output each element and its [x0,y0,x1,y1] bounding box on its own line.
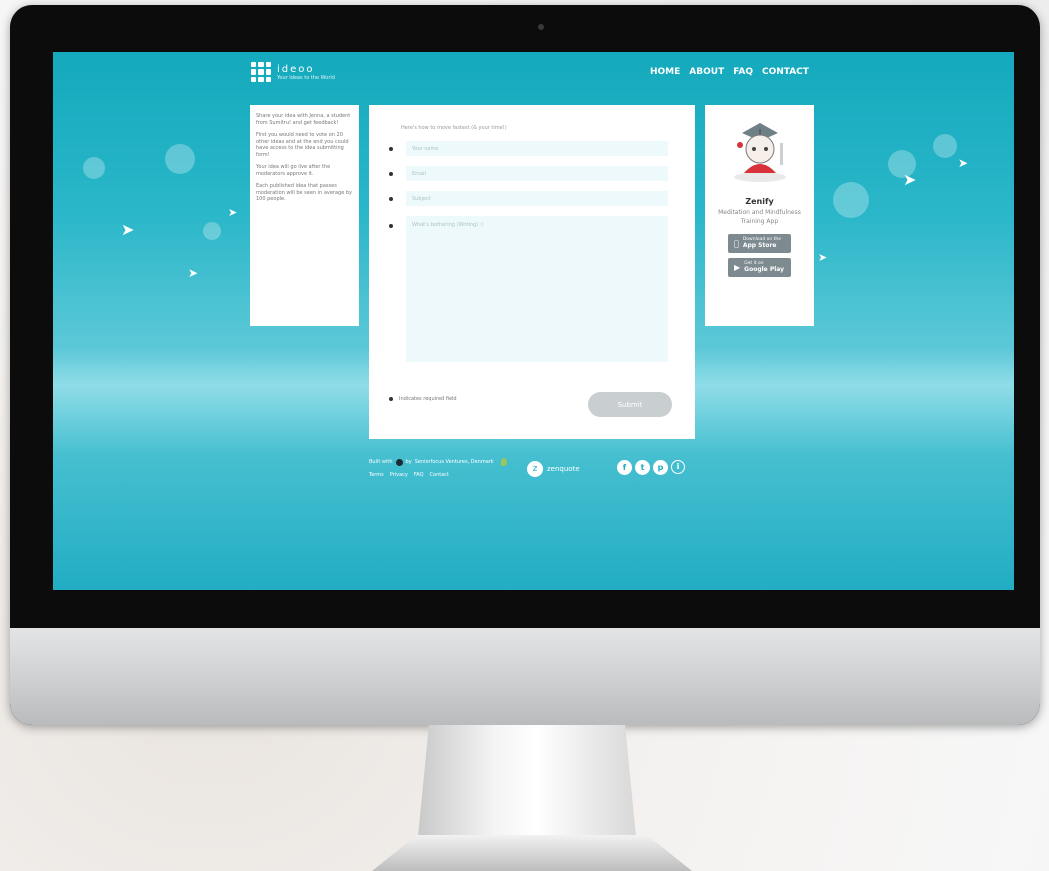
apple-icon:  [734,239,739,248]
partner-link[interactable]: z zenquote [527,461,580,477]
facebook-icon[interactable]: f [617,460,632,475]
bird-icon: ➤ [818,251,828,264]
google-play-button[interactable]: ▶ Get it on Google Play [728,258,791,277]
heart-icon [395,458,403,466]
footer-credit: Built with by Seniorfocus Ventures, Denm… [369,458,507,466]
app-store-label: App Store [738,242,777,249]
bird-icon: ➤ [958,156,969,170]
footer-links: Terms Privacy FAQ Contact [369,472,449,478]
app-description: Meditation and Mindfulness Training App [718,209,801,225]
play-icon: ▶ [734,263,741,272]
subject-field[interactable] [406,191,668,206]
instagram-icon[interactable]: i [671,460,685,474]
required-bullet-icon [389,397,393,401]
name-field[interactable] [406,141,668,156]
imac-stand-base [372,835,692,871]
email-field[interactable] [406,166,668,181]
info-paragraph: First you would need to vote on 20 other… [256,132,349,158]
google-play-label: Google Play [744,266,785,273]
required-bullet-icon [389,172,393,176]
footer-link-faq[interactable]: FAQ [414,472,424,478]
footer-by: by [405,459,412,465]
camera-icon [538,24,544,30]
bokeh-light [203,222,221,240]
nav-faq[interactable]: FAQ [733,67,753,77]
info-paragraph: Your idea will go live after the moderat… [256,164,331,177]
mascot-illustration [733,123,786,182]
nav-home[interactable]: HOME [650,67,680,77]
bird-icon: ➤ [228,206,238,219]
pinterest-icon[interactable]: p [653,460,668,475]
twitter-icon[interactable]: t [635,460,650,475]
logo-name: ideoo [277,63,315,75]
info-paragraph: Share your idea with Jenna, a student fr… [256,113,351,126]
logo-tagline: Your Ideas to the World [277,74,335,81]
bird-icon: ➤ [903,170,917,189]
partner-name: zenquote [547,465,580,473]
required-bullet-icon [389,224,393,228]
main-nav: HOME ABOUT FAQ CONTACT [650,67,809,77]
app-promo-card: Zenify Meditation and Mindfulness Traini… [705,105,814,326]
footer-link-contact[interactable]: Contact [430,472,449,478]
info-paragraph: Each published idea that passes moderati… [256,183,353,202]
partner-logo-icon: z [527,461,543,477]
footer-built-with: Built with [369,459,393,465]
footer-company: Seniorfocus Ventures, Denmark [414,459,494,465]
bokeh-light [83,157,105,179]
website-screen: ➤ ➤ ➤ ➤ ➤ ➤ ideoo Your Ideas to the Worl… [53,52,1014,590]
site-footer: Built with by Seniorfocus Ventures, Denm… [369,454,699,484]
imac-stand [418,725,636,837]
logo-grid-icon [251,62,271,82]
leaf-icon [500,458,507,466]
bird-icon: ➤ [121,220,135,239]
nav-about[interactable]: ABOUT [689,67,724,77]
nav-contact[interactable]: CONTACT [762,67,809,77]
required-note-text: Indicates required field [399,396,457,402]
bokeh-light [833,182,869,218]
message-field[interactable] [406,216,668,362]
submit-button[interactable]: Submit [588,392,672,417]
app-name: Zenify [745,197,774,206]
required-bullet-icon [389,197,393,201]
bokeh-light [165,144,195,174]
social-links: f t p i [617,460,685,475]
bokeh-light [933,134,957,158]
footer-link-privacy[interactable]: Privacy [390,472,408,478]
imac-chin [10,628,1040,725]
bird-icon: ➤ [188,266,199,280]
required-note: Indicates required field [389,396,457,402]
app-store-button[interactable]:  Download on the App Store [728,234,791,253]
required-bullet-icon [389,147,393,151]
idea-form: Here's how to move fastest (& your time!… [369,105,695,439]
form-intro: Here's how to move fastest (& your time!… [401,125,507,131]
site-logo[interactable]: ideoo Your Ideas to the World [251,62,335,82]
footer-link-terms[interactable]: Terms [369,472,384,478]
info-card: Share your idea with Jenna, a student fr… [250,105,359,326]
